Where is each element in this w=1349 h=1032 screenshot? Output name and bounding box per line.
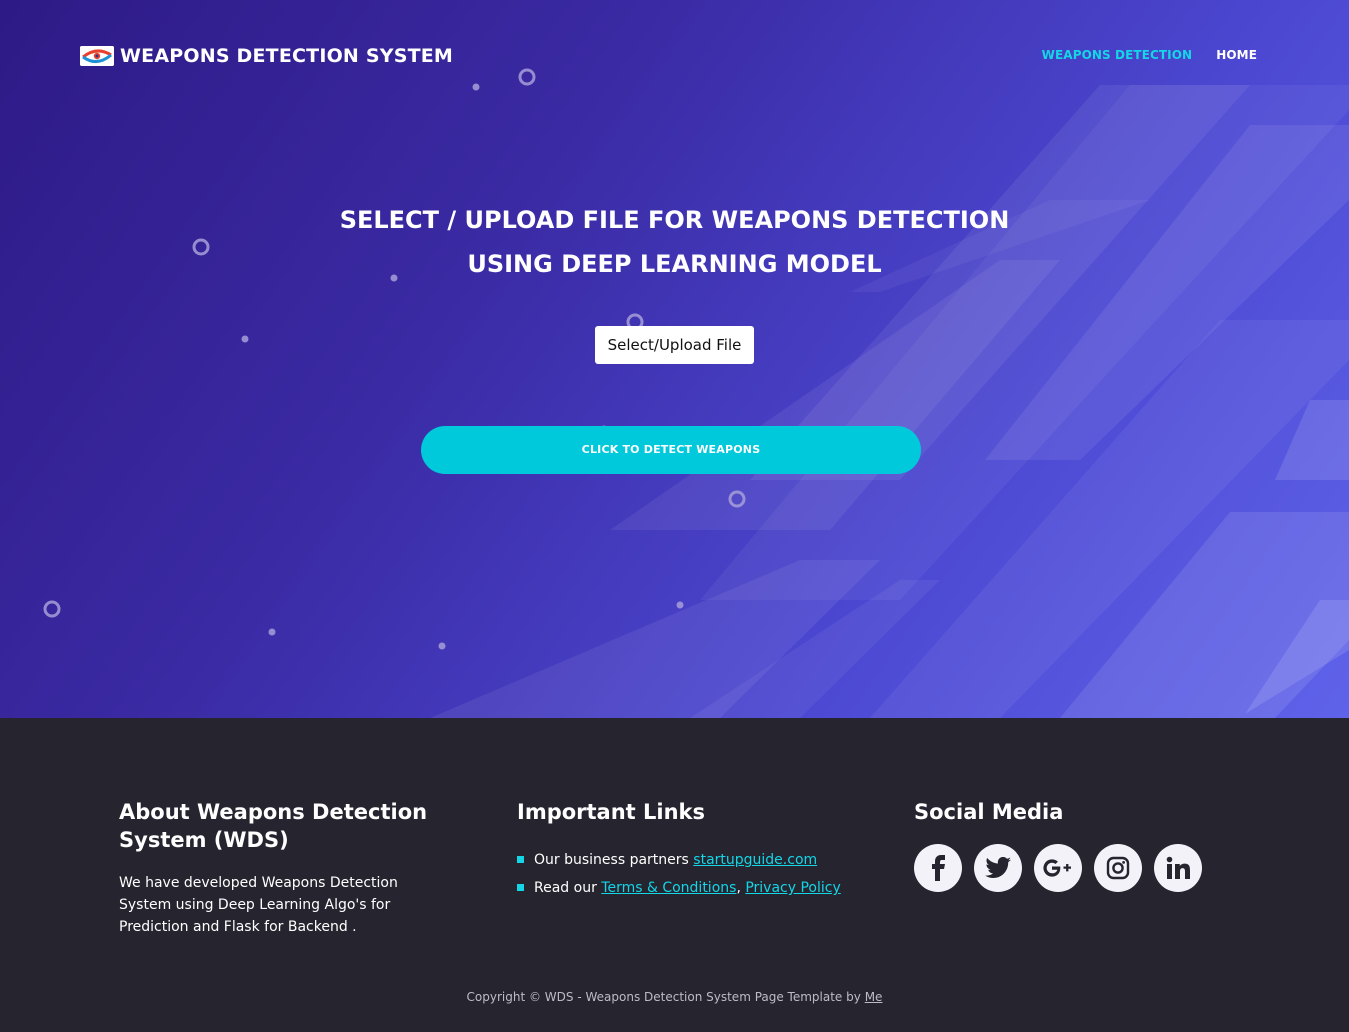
footer: About Weapons Detection System (WDS) We … xyxy=(0,718,1349,1032)
privacy-policy-link[interactable]: Privacy Policy xyxy=(745,874,840,902)
social-media-section: Social Media xyxy=(914,798,1202,892)
google-plus-icon[interactable] xyxy=(1034,844,1082,892)
read-our-label: Read our xyxy=(534,880,597,896)
nav-home[interactable]: HOME xyxy=(1216,48,1257,62)
about-section: About Weapons Detection System (WDS) We … xyxy=(119,798,459,938)
about-heading: About Weapons Detection System (WDS) xyxy=(119,800,428,852)
bullet-square-icon xyxy=(517,855,524,863)
instagram-icon[interactable] xyxy=(1094,844,1142,892)
copyright-author-link[interactable]: Me xyxy=(865,990,883,1004)
list-item: Read our Terms & Conditions, Privacy Pol… xyxy=(517,874,841,902)
top-nav: WEAPONS DETECTION HOME xyxy=(1042,48,1257,62)
linkedin-icon[interactable] xyxy=(1154,844,1202,892)
social-icons xyxy=(914,844,1202,892)
facebook-icon[interactable] xyxy=(914,844,962,892)
copyright-text: Copyright © WDS - Weapons Detection Syst… xyxy=(466,990,861,1004)
page-title: SELECT / UPLOAD FILE FOR WEAPONS DETECTI… xyxy=(0,198,1349,286)
about-text: We have developed Weapons Detection Syst… xyxy=(119,875,398,935)
nav-weapons-detection[interactable]: WEAPONS DETECTION xyxy=(1042,48,1193,62)
important-links-heading: Important Links xyxy=(517,800,706,824)
link-separator: , xyxy=(736,880,741,896)
brand[interactable]: WEAPONS DETECTION SYSTEM xyxy=(80,45,453,67)
bullet-square-icon xyxy=(517,883,524,891)
list-item: Our business partners startupguide.com xyxy=(517,846,841,874)
important-links-list: Our business partners startupguide.com R… xyxy=(517,846,841,902)
page-title-line-2: USING DEEP LEARNING MODEL xyxy=(467,250,882,278)
page-title-line-1: SELECT / UPLOAD FILE FOR WEAPONS DETECTI… xyxy=(339,206,1010,234)
terms-conditions-link[interactable]: Terms & Conditions xyxy=(601,874,736,902)
brand-title: WEAPONS DETECTION SYSTEM xyxy=(120,45,454,67)
business-partners-label: Our business partners xyxy=(534,852,689,868)
startupguide-link[interactable]: startupguide.com xyxy=(693,846,817,874)
eye-logo-icon xyxy=(80,46,114,66)
copyright: Copyright © WDS - Weapons Detection Syst… xyxy=(0,990,1349,1004)
select-upload-file-button[interactable]: Select/Upload File xyxy=(595,326,754,364)
important-links-section: Important Links Our business partners st… xyxy=(517,798,841,902)
social-media-heading: Social Media xyxy=(914,800,1064,824)
detect-weapons-button[interactable]: CLICK TO DETECT WEAPONS xyxy=(421,426,921,474)
twitter-icon[interactable] xyxy=(974,844,1022,892)
hero-section: WEAPONS DETECTION SYSTEM WEAPONS DETECTI… xyxy=(0,0,1349,718)
